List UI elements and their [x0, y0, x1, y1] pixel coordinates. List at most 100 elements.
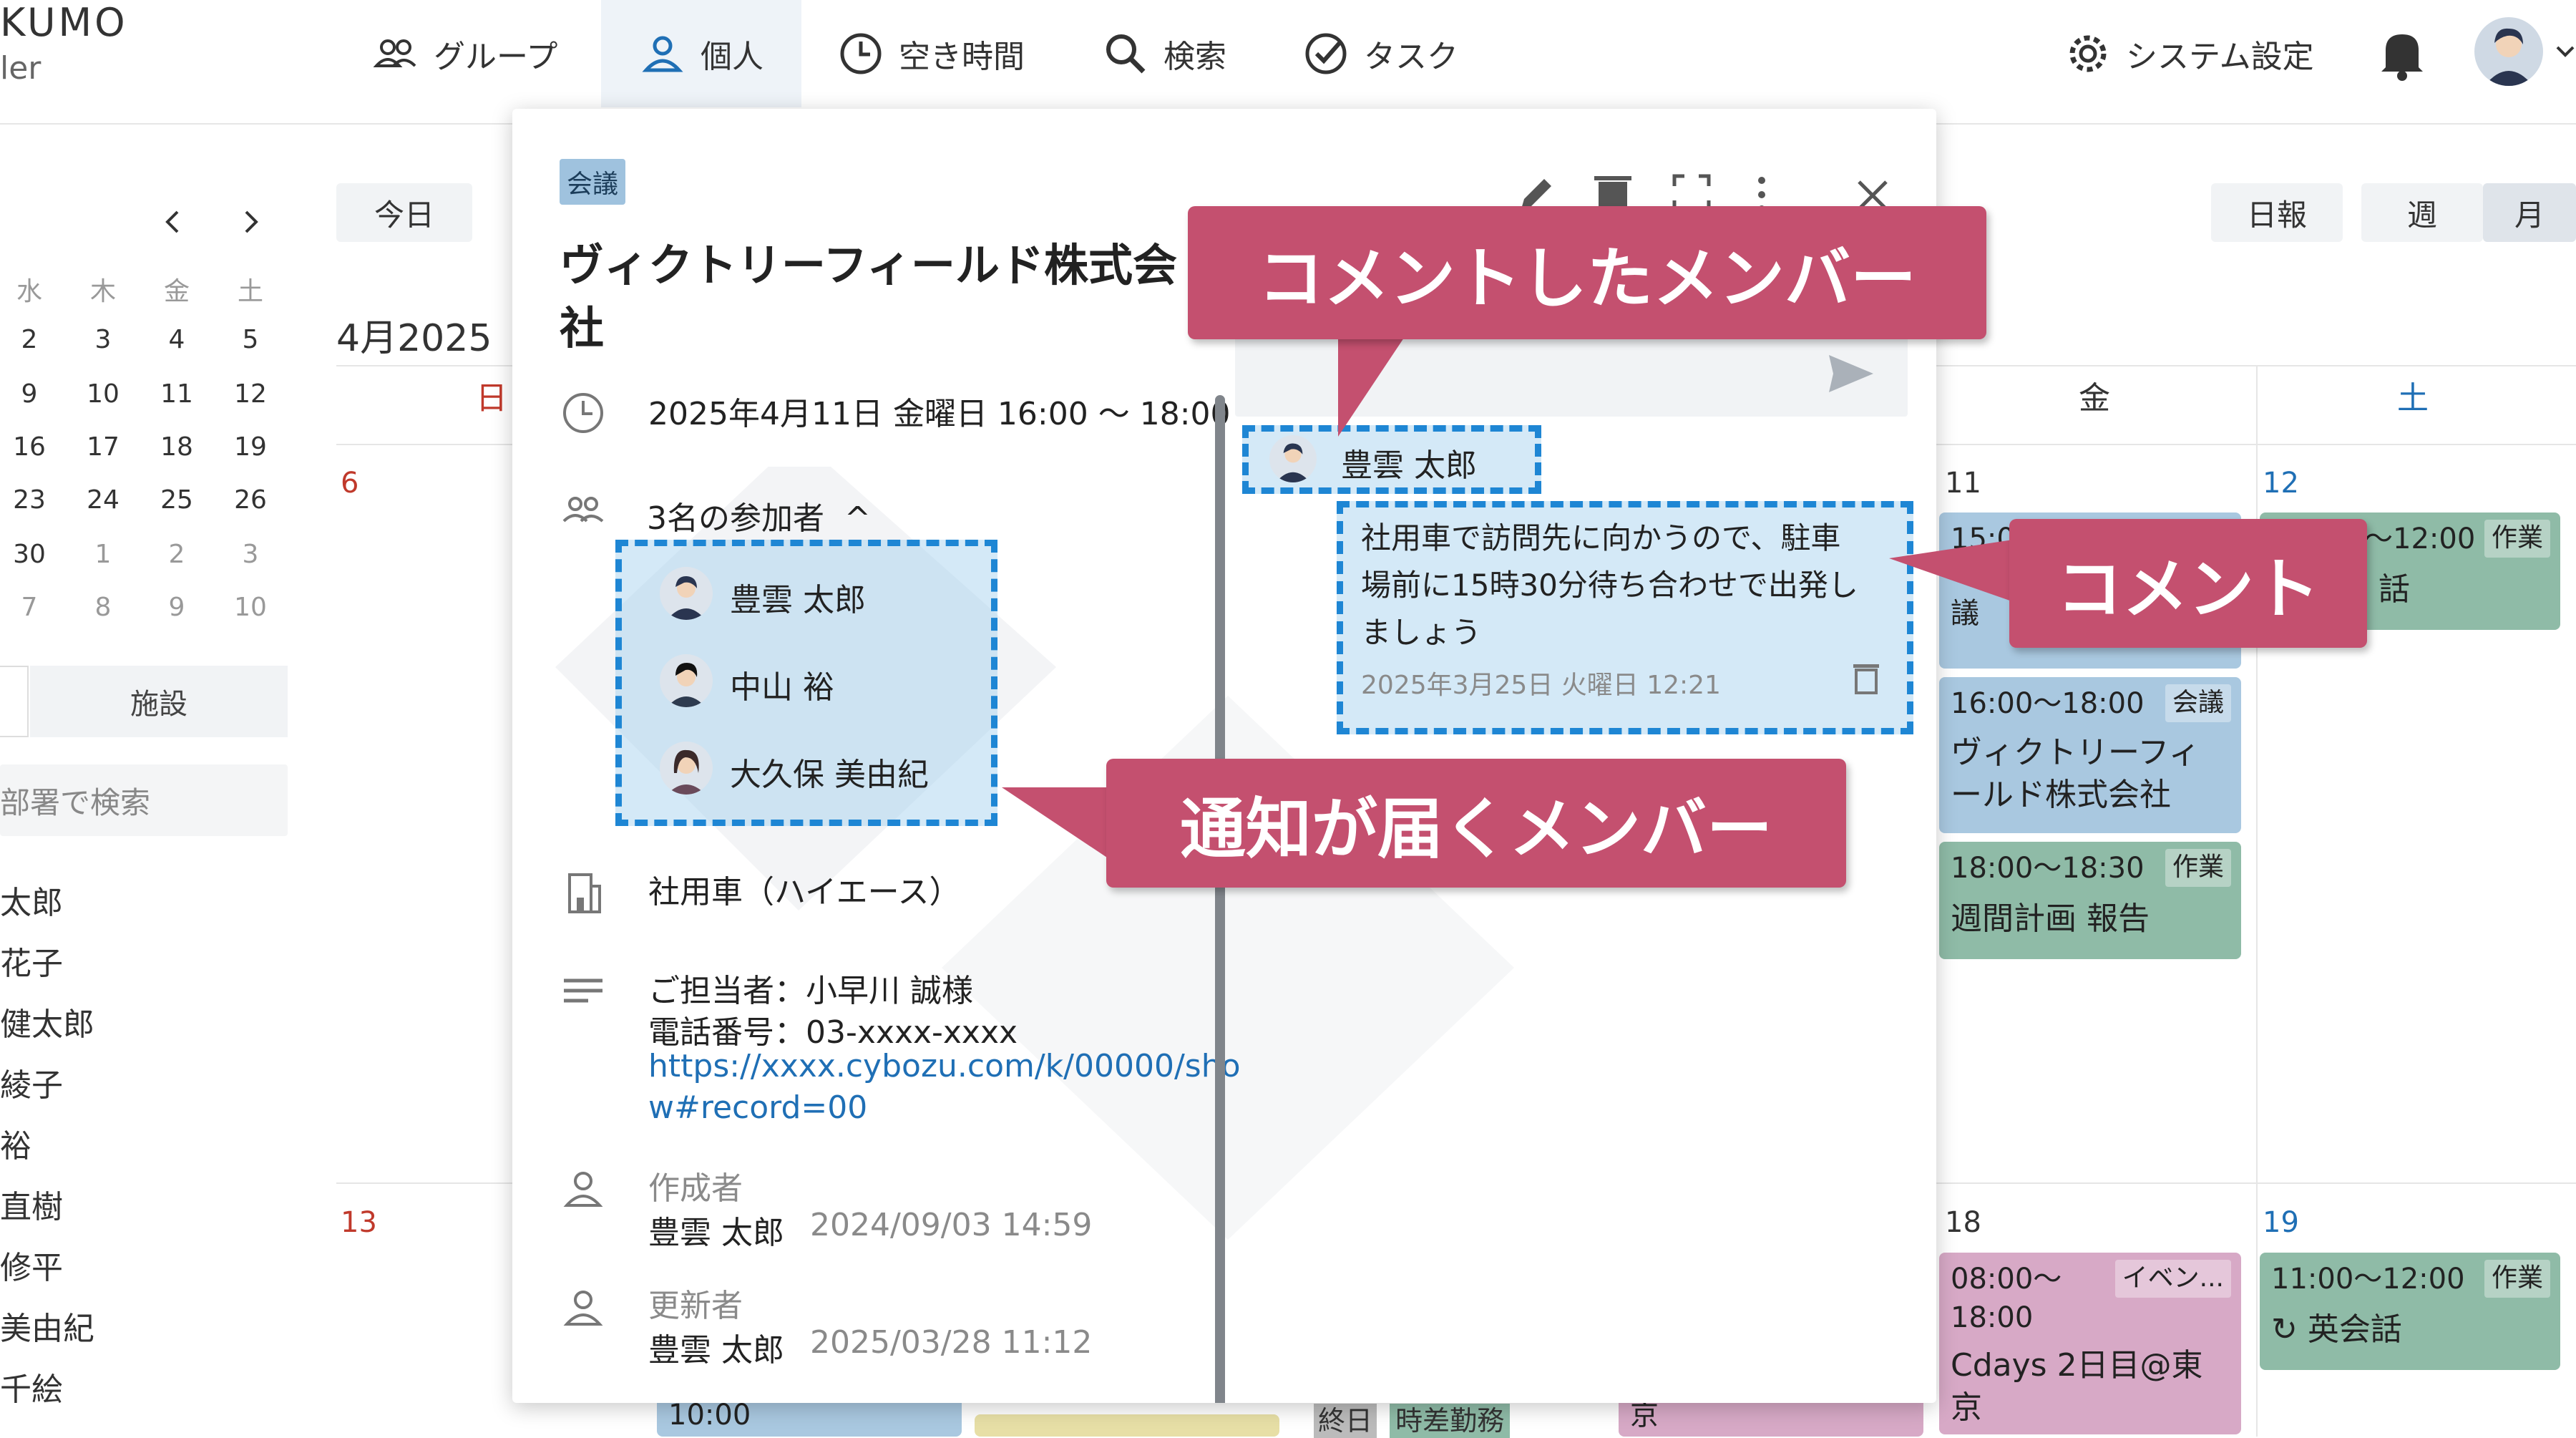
mini-day[interactable]: 2: [4, 325, 54, 354]
category-badge: 会議: [560, 159, 626, 205]
mini-day[interactable]: 8: [78, 593, 128, 622]
mini-day[interactable]: 3: [78, 325, 128, 354]
mini-day[interactable]: 4: [152, 325, 202, 354]
nav-free-time[interactable]: 空き時間: [837, 0, 1025, 107]
creator-name: 豊雲 太郎: [648, 1215, 784, 1251]
weekday-friday: 金: [2079, 380, 2110, 417]
today-button[interactable]: 今日: [336, 183, 472, 242]
mini-day[interactable]: 1: [78, 540, 128, 569]
sidebar-tab-member[interactable]: [0, 666, 29, 737]
nav-personal[interactable]: 個人: [601, 0, 801, 107]
day-number[interactable]: 12: [2263, 467, 2299, 500]
chevron-left-icon[interactable]: [159, 208, 187, 236]
mini-day[interactable]: 3: [225, 540, 275, 569]
mini-day[interactable]: 2: [152, 540, 202, 569]
member-item[interactable]: 直樹: [0, 1181, 63, 1227]
avatar: [660, 654, 713, 707]
creator-label: 作成者: [648, 1170, 743, 1207]
day-number[interactable]: 19: [2263, 1206, 2299, 1239]
day-number[interactable]: 18: [1945, 1206, 1981, 1239]
system-settings-link[interactable]: システム設定: [2064, 0, 2314, 107]
comment-author: 豊雲 太郎: [1341, 447, 1477, 484]
member-item[interactable]: 裕: [0, 1120, 31, 1166]
brand-subtitle: ler: [0, 50, 42, 87]
weekday-sunday: 日: [476, 380, 507, 417]
day-number[interactable]: 11: [1945, 467, 1981, 500]
trash-icon[interactable]: [1852, 661, 1880, 694]
daily-view-button[interactable]: 日報: [2211, 183, 2343, 242]
clock-icon: [840, 33, 882, 74]
member-item[interactable]: 綾子: [0, 1059, 63, 1105]
event-card[interactable]: 終日 時差勤務: [1314, 1399, 1511, 1438]
pane-divider[interactable]: [1215, 395, 1225, 1403]
bell-icon[interactable]: [2377, 26, 2427, 83]
member-item[interactable]: 健太郎: [0, 999, 94, 1044]
event-tag: 作業: [2165, 849, 2231, 887]
mini-weekday: 水: [16, 277, 42, 306]
mini-day[interactable]: 10: [78, 379, 128, 409]
month-title: 4月2025: [336, 317, 492, 360]
participants-toggle[interactable]: 3名の参加者 ^: [647, 492, 871, 538]
chevron-down-icon[interactable]: [2555, 43, 2576, 60]
callout-pointer: [1338, 329, 1410, 437]
top-header: KUMO ler グループ 個人 空き時間 検索 タスク システム設定: [0, 0, 2576, 125]
comment-text: 場前に15時30分待ち合わせで出発し: [1361, 568, 1858, 603]
updater-date: 2025/03/28 11:12: [810, 1324, 1093, 1361]
mini-day[interactable]: 16: [4, 432, 54, 462]
group-icon: [373, 39, 416, 67]
nav-search[interactable]: 検索: [1102, 0, 1226, 107]
event-card[interactable]: 16:00〜18:00 会議 ヴィクトリーフィールド株式会社: [1939, 677, 2241, 833]
event-card[interactable]: [975, 1414, 1279, 1437]
day-number[interactable]: 13: [341, 1206, 377, 1239]
repeat-icon: ↻: [2271, 1311, 2298, 1348]
week-view-button[interactable]: 週: [2361, 183, 2483, 242]
callout-comment: コメント: [2009, 519, 2367, 648]
mini-day[interactable]: 18: [152, 432, 202, 462]
event-tag: 作業: [2484, 520, 2550, 558]
nav-group-label: グループ: [434, 39, 558, 75]
group-icon: [562, 497, 604, 523]
memo-link[interactable]: https://xxxx.cybozu.com/k/00000/sho: [648, 1048, 1241, 1084]
event-card[interactable]: 08:00〜18:00 イベン... Cdays 2日目@東京: [1939, 1253, 2241, 1434]
mini-day[interactable]: 17: [78, 432, 128, 462]
member-item[interactable]: 千絵: [0, 1364, 63, 1409]
sidebar-tab-facility[interactable]: 施設: [30, 666, 288, 737]
memo-link-cont[interactable]: w#record=00: [648, 1089, 867, 1126]
event-card[interactable]: 18:00〜18:30 作業 週間計画 報告: [1939, 842, 2241, 959]
mini-day[interactable]: 9: [4, 379, 54, 409]
nav-task[interactable]: タスク: [1302, 0, 1458, 107]
send-icon[interactable]: [1826, 352, 1876, 395]
mini-day[interactable]: 11: [152, 379, 202, 409]
mini-day[interactable]: 7: [4, 593, 54, 622]
participant-name: 大久保 美由紀: [730, 757, 929, 793]
event-title: ↻ 英会話: [2271, 1308, 2549, 1351]
mini-day[interactable]: 19: [225, 432, 275, 462]
member-item[interactable]: 修平: [0, 1242, 63, 1288]
avatar: [660, 567, 713, 620]
member-item[interactable]: 花子: [0, 938, 63, 983]
event-card[interactable]: 11:00〜12:00 作業 ↻ 英会話: [2260, 1253, 2560, 1370]
chevron-right-icon[interactable]: [236, 208, 265, 236]
month-view-button[interactable]: 月: [2483, 183, 2576, 242]
member-item[interactable]: 太郎: [0, 877, 63, 923]
member-item[interactable]: 美由紀: [0, 1303, 94, 1349]
mini-day[interactable]: 23: [4, 485, 54, 515]
mini-day[interactable]: 26: [225, 485, 275, 515]
updater-label: 更新者: [648, 1288, 743, 1324]
mini-day[interactable]: 10: [225, 593, 275, 622]
mini-day[interactable]: 25: [152, 485, 202, 515]
user-avatar[interactable]: [2474, 17, 2543, 86]
mini-day[interactable]: 5: [225, 325, 275, 354]
updater-name: 豊雲 太郎: [648, 1332, 784, 1369]
nav-group[interactable]: グループ: [372, 0, 557, 107]
facility-name: 社用車（ハイエース）: [648, 874, 961, 910]
department-search-input[interactable]: 部署で検索: [0, 764, 288, 836]
mini-day[interactable]: 12: [225, 379, 275, 409]
day-number[interactable]: 6: [341, 467, 358, 500]
mini-day[interactable]: 30: [4, 540, 54, 569]
mini-day[interactable]: 9: [152, 593, 202, 622]
search-icon: [1106, 34, 1146, 74]
mini-day[interactable]: 24: [78, 485, 128, 515]
person-icon: [563, 1172, 603, 1207]
event-title: Cdays 2日目@東京: [1951, 1347, 2203, 1427]
